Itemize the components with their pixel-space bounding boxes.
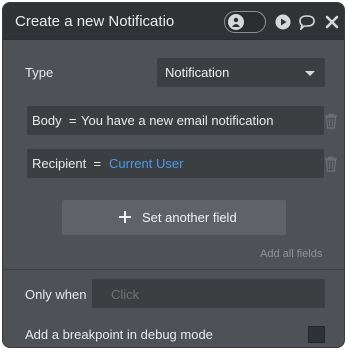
only-when-placeholder: Click	[111, 287, 140, 302]
play-icon[interactable]	[275, 14, 291, 30]
field-value[interactable]: You have a new email notification	[81, 113, 273, 128]
panel-title: Create a new Notification	[15, 13, 175, 30]
chevron-down-icon	[305, 71, 315, 76]
close-icon[interactable]	[325, 15, 339, 29]
trash-icon[interactable]	[324, 113, 338, 129]
field-key: Body =	[32, 113, 77, 128]
breakpoint-label: Add a breakpoint in debug mode	[25, 327, 213, 342]
user-toggle[interactable]	[224, 11, 266, 33]
workflow-action-panel: Create a new Notification Type Notificat…	[2, 2, 345, 348]
breakpoint-checkbox[interactable]	[308, 326, 325, 343]
add-all-fields-link[interactable]: Add all fields	[260, 248, 322, 260]
only-when-label: Only when	[25, 287, 87, 302]
panel-header: Create a new Notification	[3, 3, 344, 40]
type-selected-value: Notification	[165, 65, 230, 80]
set-another-field-button[interactable]: Set another field	[62, 200, 286, 235]
only-when-input[interactable]: Click	[92, 279, 325, 308]
field-key: Recipient =	[32, 156, 102, 171]
type-label: Type	[25, 65, 54, 80]
section-divider	[3, 269, 344, 270]
field-body[interactable]: Body = You have a new email notification	[27, 106, 324, 135]
comment-icon[interactable]	[298, 14, 316, 30]
set-another-field-label: Set another field	[142, 210, 237, 225]
field-recipient[interactable]: Recipient = Current User	[27, 149, 324, 178]
trash-icon[interactable]	[324, 156, 338, 172]
field-value[interactable]: Current User	[109, 156, 183, 171]
plus-icon	[119, 211, 131, 223]
type-dropdown[interactable]: Notification	[157, 58, 325, 87]
user-toggle-icon	[228, 14, 244, 30]
